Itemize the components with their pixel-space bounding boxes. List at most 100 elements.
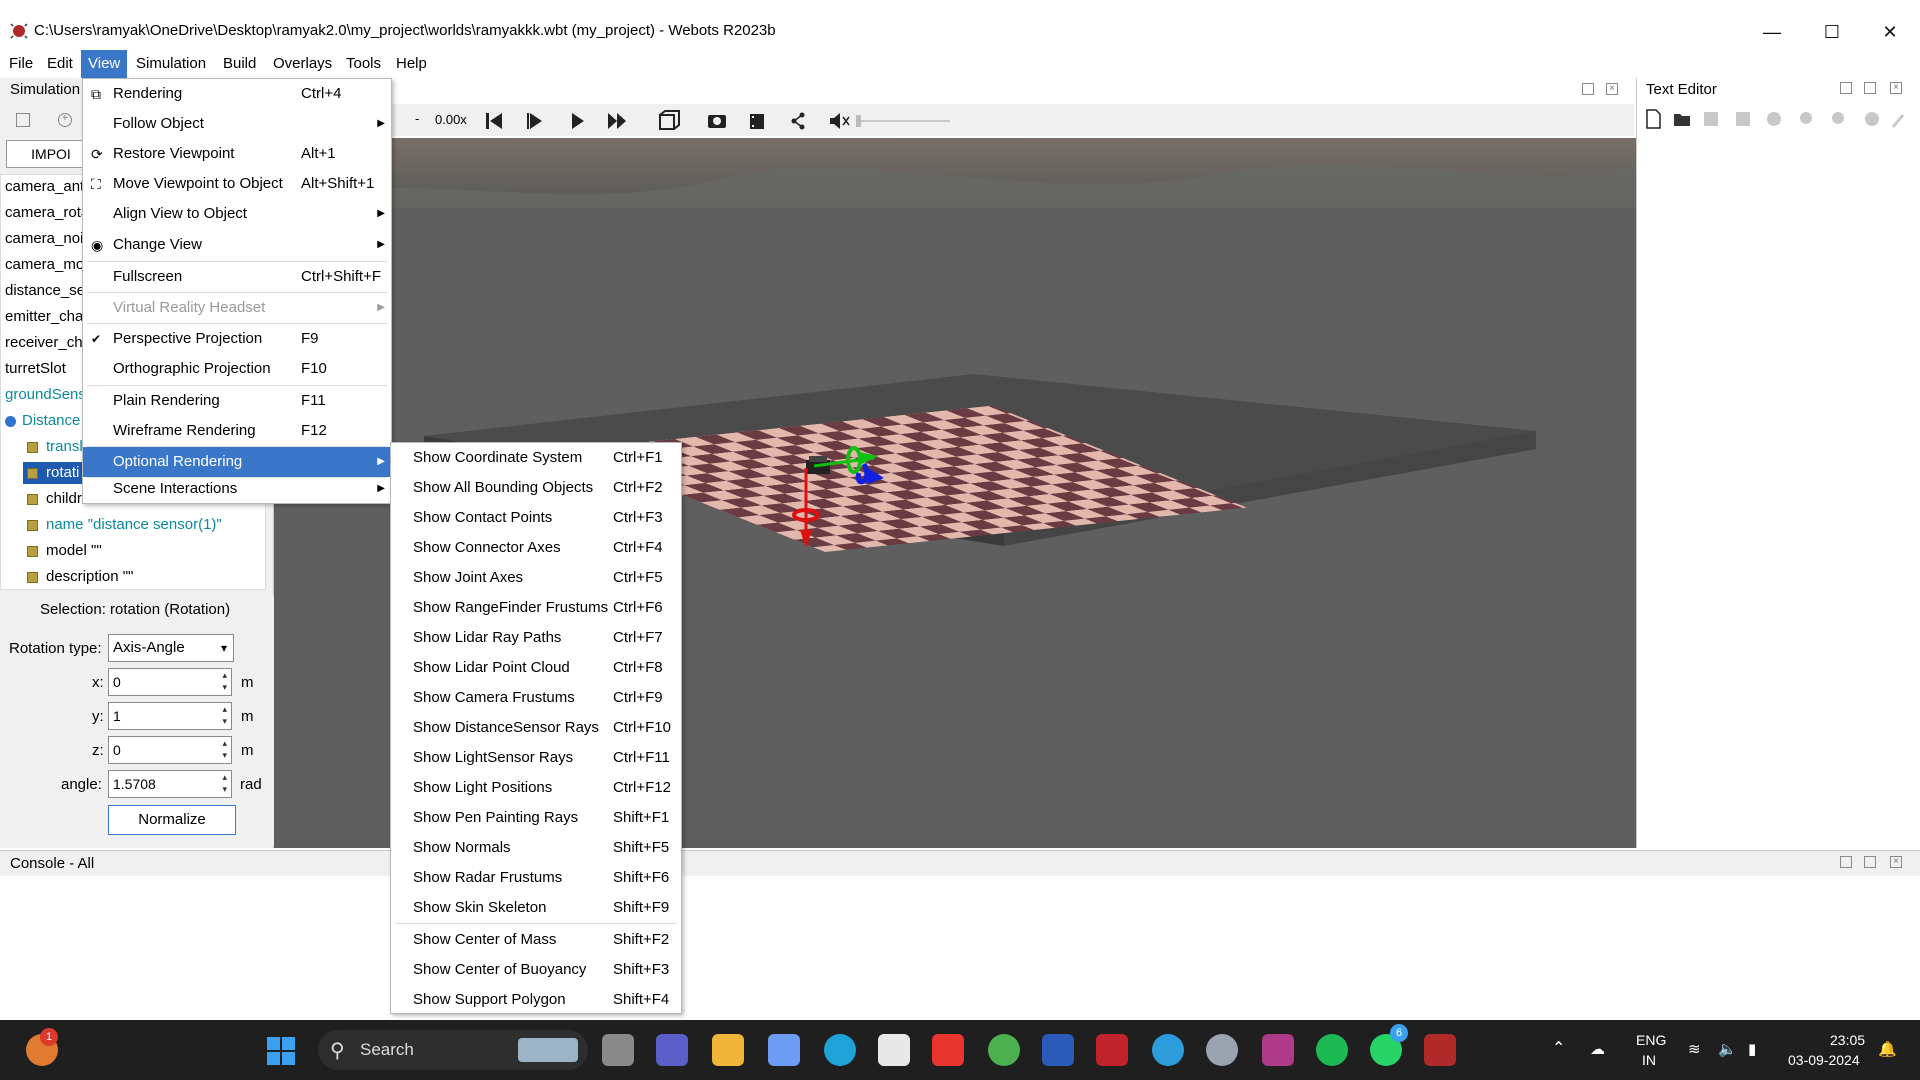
files-icon[interactable] xyxy=(602,1034,634,1066)
menu-optional-item[interactable]: Show Radar Frustums Shift+F6 xyxy=(391,863,681,893)
menu-optional-item[interactable]: Show Connector Axes Ctrl+F4 xyxy=(391,533,681,563)
close-panel-icon[interactable]: × xyxy=(1606,83,1618,95)
copilot-icon[interactable] xyxy=(768,1034,800,1066)
menu-change-view[interactable]: ◉ Change View ▶ xyxy=(83,230,391,260)
menu-optional-item[interactable]: Show DistanceSensor Rays Ctrl+F10 xyxy=(391,713,681,743)
tree-field-selected[interactable]: rotati xyxy=(23,462,84,484)
menu-optional-item[interactable]: Show Normals Shift+F5 xyxy=(391,833,681,863)
wifi-icon[interactable]: ≋ xyxy=(1688,1040,1701,1058)
menu-wireframe-rendering[interactable]: Wireframe Rendering F12 xyxy=(83,416,391,446)
menu-optional-item[interactable]: Show Contact Points Ctrl+F3 xyxy=(391,503,681,533)
y-spinbox[interactable]: 1 xyxy=(108,702,232,730)
tree-node[interactable]: groundSens xyxy=(5,384,86,406)
tree-node[interactable]: turretSlot xyxy=(5,358,66,380)
undock-icon[interactable] xyxy=(1840,82,1852,94)
help-icon[interactable] xyxy=(1152,1034,1184,1066)
menu-move-viewpoint[interactable]: ⛶ Move Viewpoint to Object Alt+Shift+1 xyxy=(83,169,391,199)
menu-optional-item[interactable]: Show Skin Skeleton Shift+F9 xyxy=(391,893,681,923)
close-panel-icon[interactable]: × xyxy=(1890,82,1902,94)
menu-plain-rendering[interactable]: Plain Rendering F11 xyxy=(83,386,391,416)
taskbar-search[interactable]: ⚲ Search xyxy=(318,1030,588,1070)
battery-icon[interactable]: ▮ xyxy=(1748,1040,1756,1058)
menu-optional-item[interactable]: Show RangeFinder Frustums Ctrl+F6 xyxy=(391,593,681,623)
tree-node[interactable]: camera_mo xyxy=(5,254,84,276)
tree-field[interactable]: childre xyxy=(27,488,90,510)
menu-build[interactable]: Build xyxy=(216,50,263,78)
tree-node[interactable]: camera_noi xyxy=(5,228,83,250)
console-output[interactable] xyxy=(0,876,1920,1020)
tree-node[interactable]: camera_ant xyxy=(5,176,84,198)
maximize-icon[interactable]: ☐ xyxy=(1802,12,1862,52)
tree-node[interactable]: emitter_cha xyxy=(5,306,83,328)
webots-icon[interactable] xyxy=(1424,1034,1456,1066)
menu-follow-object[interactable]: Follow Object ▶ xyxy=(83,109,391,139)
tree-node[interactable]: receiver_cha xyxy=(5,332,91,354)
menu-orthographic-projection[interactable]: Orthographic Projection F10 xyxy=(83,354,391,384)
menu-optional-item[interactable]: Show Coordinate System Ctrl+F1 xyxy=(391,443,681,473)
chevron-up-icon[interactable]: ⌃ xyxy=(1552,1038,1565,1058)
menu-optional-item[interactable]: Show Center of Mass Shift+F2 xyxy=(391,925,681,955)
x-spinbox[interactable]: 0 xyxy=(108,668,232,696)
menu-rendering[interactable]: ⧉ Rendering Ctrl+4 xyxy=(83,79,391,109)
menu-optional-item[interactable]: Show Pen Painting Rays Shift+F1 xyxy=(391,803,681,833)
normalize-button[interactable]: Normalize xyxy=(108,805,236,835)
winrar-icon[interactable] xyxy=(1262,1034,1294,1066)
explorer-icon[interactable] xyxy=(712,1034,744,1066)
menu-edit[interactable]: Edit xyxy=(40,50,80,78)
menu-scene-interactions[interactable]: Scene Interactions ▶ xyxy=(83,474,391,504)
close-panel-icon[interactable]: × xyxy=(1890,856,1902,868)
angle-spinbox[interactable]: 1.5708 xyxy=(108,770,232,798)
volume-icon[interactable]: 🔈 xyxy=(1718,1040,1737,1058)
float-icon[interactable] xyxy=(1864,82,1876,94)
spotify-icon[interactable] xyxy=(1316,1034,1348,1066)
menu-file[interactable]: File xyxy=(2,50,40,78)
language-bottom[interactable]: IN xyxy=(1642,1052,1656,1068)
tree-node[interactable]: camera_rota xyxy=(5,202,89,224)
clock-date[interactable]: 03-09-2024 xyxy=(1788,1052,1860,1068)
clock-time[interactable]: 23:05 xyxy=(1830,1032,1865,1048)
undock-icon[interactable] xyxy=(1582,83,1594,95)
minimize-icon[interactable]: — xyxy=(1742,12,1802,52)
edge-icon[interactable] xyxy=(824,1034,856,1066)
add-node-icon[interactable]: + xyxy=(58,113,72,127)
tree-node-distance[interactable]: Distance xyxy=(5,410,80,432)
word-icon[interactable] xyxy=(1042,1034,1074,1066)
menu-perspective-projection[interactable]: ✔ Perspective Projection F9 xyxy=(83,324,391,354)
menu-fullscreen[interactable]: Fullscreen Ctrl+Shift+F xyxy=(83,262,391,292)
store-icon[interactable] xyxy=(878,1034,910,1066)
start-icon[interactable] xyxy=(266,1036,296,1066)
menu-simulation[interactable]: Simulation xyxy=(129,50,213,78)
tree-field[interactable]: model "" xyxy=(27,540,102,562)
float-icon[interactable] xyxy=(1864,856,1876,868)
menu-optional-rendering[interactable]: Optional Rendering ▶ xyxy=(83,447,391,477)
tree-field[interactable]: name "distance sensor(1)" xyxy=(27,514,222,536)
notification-bell-icon[interactable]: 🔔 xyxy=(1878,1040,1897,1058)
panel-toggle-icon[interactable] xyxy=(16,113,30,127)
rotation-type-select[interactable]: Axis-Angle xyxy=(108,634,234,662)
menu-optional-item[interactable]: Show Camera Frustums Ctrl+F9 xyxy=(391,683,681,713)
menu-optional-item[interactable]: Show LightSensor Rays Ctrl+F11 xyxy=(391,743,681,773)
menu-optional-item[interactable]: Show Support Polygon Shift+F4 xyxy=(391,985,681,1015)
menu-help[interactable]: Help xyxy=(389,50,434,78)
menu-optional-item[interactable]: Show Lidar Point Cloud Ctrl+F8 xyxy=(391,653,681,683)
teams-icon[interactable] xyxy=(656,1034,688,1066)
mcafee-icon[interactable] xyxy=(1096,1034,1128,1066)
menu-view[interactable]: View xyxy=(81,50,128,78)
tree-field[interactable]: transl xyxy=(27,436,83,458)
tree-field[interactable]: description "" xyxy=(27,566,133,588)
menu-optional-item[interactable]: Show All Bounding Objects Ctrl+F2 xyxy=(391,473,681,503)
z-spinbox[interactable]: 0 xyxy=(108,736,232,764)
settings-icon[interactable] xyxy=(1206,1034,1238,1066)
cloud-icon[interactable]: ☁ xyxy=(1590,1040,1605,1058)
menu-restore-viewpoint[interactable]: ⟳ Restore Viewpoint Alt+1 xyxy=(83,139,391,169)
anydesk-icon[interactable] xyxy=(932,1034,964,1066)
menu-overlays[interactable]: Overlays xyxy=(266,50,339,78)
close-icon[interactable]: ✕ xyxy=(1860,12,1920,52)
tree-node[interactable]: distance_se xyxy=(5,280,85,302)
chrome-icon[interactable] xyxy=(988,1034,1020,1066)
menu-optional-item[interactable]: Show Center of Buoyancy Shift+F3 xyxy=(391,955,681,985)
menu-tools[interactable]: Tools xyxy=(339,50,388,78)
menu-optional-item[interactable]: Show Joint Axes Ctrl+F5 xyxy=(391,563,681,593)
menu-optional-item[interactable]: Show Light Positions Ctrl+F12 xyxy=(391,773,681,803)
menu-optional-item[interactable]: Show Lidar Ray Paths Ctrl+F7 xyxy=(391,623,681,653)
